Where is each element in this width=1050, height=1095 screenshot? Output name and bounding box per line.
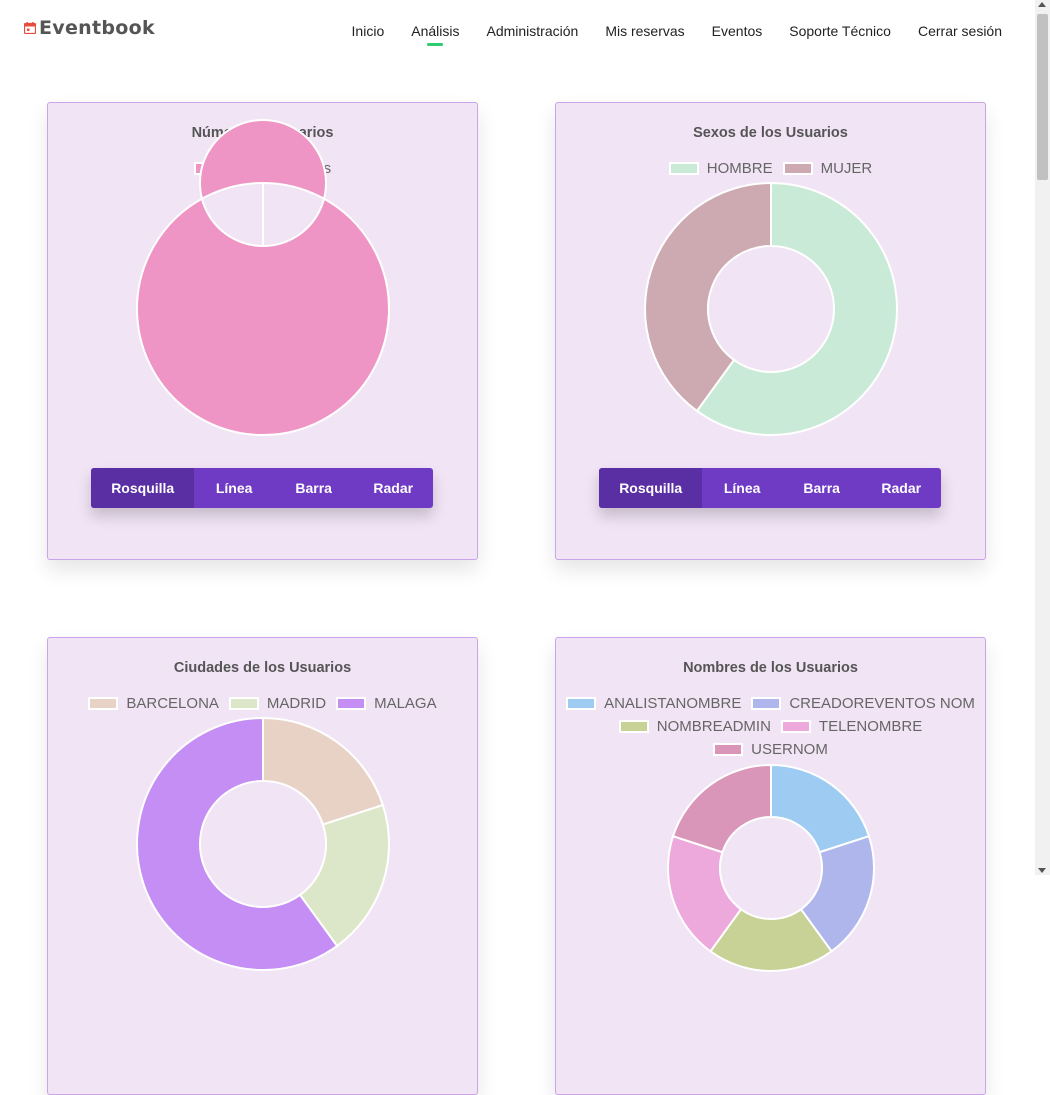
chart-type-buttons: Rosquilla Línea Barra Radar bbox=[91, 468, 433, 508]
chart-type-buttons: Rosquilla Línea Barra Radar bbox=[599, 468, 941, 508]
scrollbar[interactable] bbox=[1035, 0, 1050, 875]
scroll-down-arrow-icon[interactable] bbox=[1038, 868, 1046, 873]
chart-type-button-rosquilla[interactable]: Rosquilla bbox=[91, 468, 195, 508]
nav-link-eventos[interactable]: Eventos bbox=[712, 23, 763, 39]
doughnut-chart bbox=[667, 763, 875, 972]
chart-card-usuarios: Número de UsuariosNum. UsuariosRosquilla… bbox=[47, 102, 478, 560]
brand-name: Eventbook bbox=[39, 17, 155, 39]
nav-link-administración[interactable]: Administración bbox=[486, 23, 578, 39]
doughnut-slice[interactable] bbox=[262, 716, 385, 826]
chart-type-button-radar[interactable]: Radar bbox=[353, 468, 433, 508]
chart-type-button-linea[interactable]: Línea bbox=[702, 468, 782, 508]
chart-card-nombres: Nombres de los Usuarios ANALISTANOMBRE CRE… bbox=[555, 637, 986, 1095]
chart-type-button-linea[interactable]: Línea bbox=[194, 468, 274, 508]
calendar-icon bbox=[24, 22, 36, 34]
nav-links: Inicio Análisis Administración Mis reservas… bbox=[352, 23, 1002, 46]
nav-link-cerrar-sesión[interactable]: Cerrar sesión bbox=[918, 23, 1002, 39]
chart-card-sexos: Sexos de los Usuarios HOMBRE MUJER Rosquill… bbox=[555, 102, 986, 560]
doughnut-chart bbox=[136, 716, 390, 971]
nav-link-soporte-técnico[interactable]: Soporte Técnico bbox=[789, 23, 891, 39]
brand-logo[interactable]: Eventbook bbox=[24, 17, 155, 39]
doughnut-slice[interactable] bbox=[770, 763, 871, 854]
doughnut-slice[interactable] bbox=[136, 119, 390, 436]
scroll-up-arrow-icon[interactable] bbox=[1038, 2, 1046, 7]
chart-type-button-rosquilla[interactable]: Rosquilla bbox=[599, 468, 703, 508]
chart-type-button-barra[interactable]: Barra bbox=[274, 468, 354, 508]
chart-type-button-radar[interactable]: Radar bbox=[861, 468, 941, 508]
nav-link-mis-reservas[interactable]: Mis reservas bbox=[605, 23, 684, 39]
navbar: Eventbook Inicio Análisis Administración Mi… bbox=[0, 0, 1035, 62]
scroll-thumb[interactable] bbox=[1037, 14, 1048, 180]
nav-link-análisis[interactable]: Análisis bbox=[411, 23, 459, 46]
nav-link-inicio[interactable]: Inicio bbox=[352, 23, 385, 39]
chart-card-ciudades: Ciudades de los Usuarios BARCELONA MADRID M… bbox=[47, 637, 478, 1095]
doughnut-slice[interactable] bbox=[671, 763, 772, 854]
chart-type-button-barra[interactable]: Barra bbox=[782, 468, 862, 508]
